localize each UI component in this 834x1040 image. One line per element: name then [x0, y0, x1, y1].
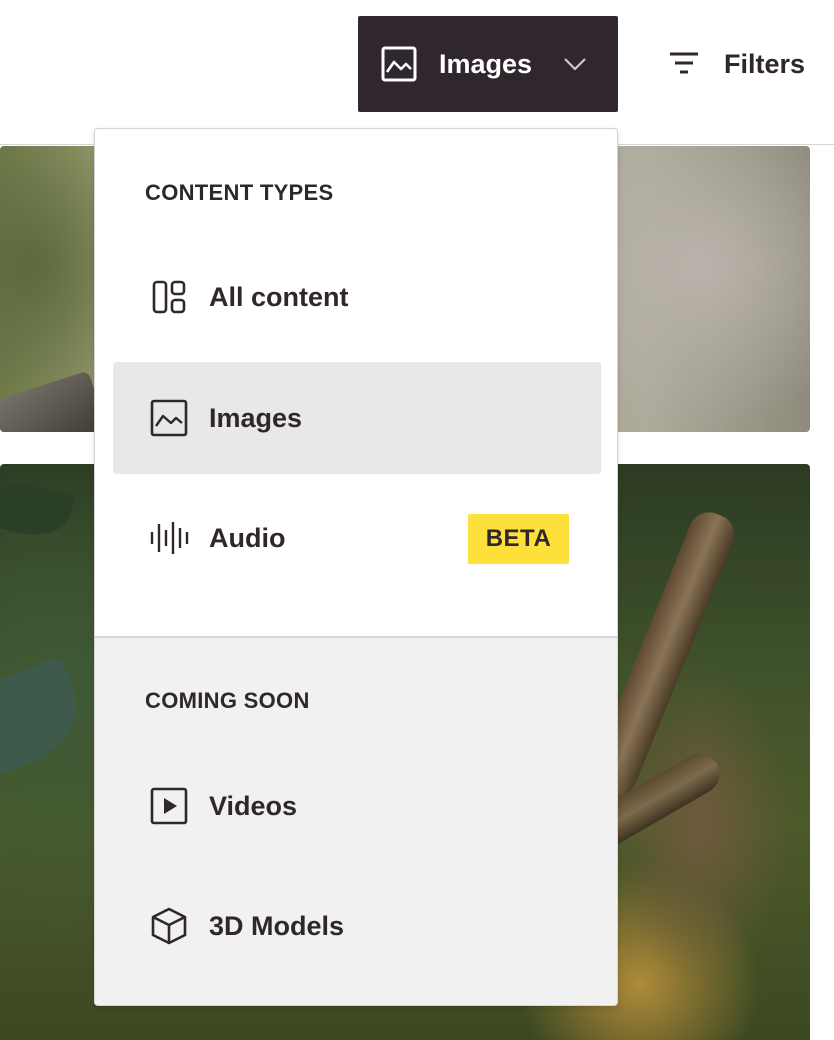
menu-item-label: Videos: [209, 791, 298, 821]
image-icon: [381, 46, 417, 82]
cube-icon: [151, 907, 187, 945]
chevron-down-icon: [564, 58, 586, 71]
content-types-heading: CONTENT TYPES: [145, 180, 334, 205]
coming-soon-section: COMING SOON Videos 3D Models: [95, 636, 617, 1005]
filters-label: Filters: [724, 49, 806, 79]
video-play-icon: [150, 787, 188, 825]
menu-item-label: Images: [209, 403, 303, 433]
menu-item-images[interactable]: Images: [113, 362, 601, 474]
branch-detail: [0, 370, 107, 432]
menu-item-label: All content: [209, 282, 349, 312]
all-content-grid-icon: [152, 280, 186, 314]
content-type-dropdown: CONTENT TYPES All content Images Audio B…: [94, 128, 618, 1006]
leaf-detail: [0, 473, 75, 545]
menu-item-3d-models: 3D Models: [113, 870, 601, 982]
content-type-label: Images: [439, 49, 533, 79]
menu-item-label: Audio: [209, 523, 286, 553]
content-type-button[interactable]: Images: [358, 16, 618, 112]
audio-waveform-icon: [150, 522, 189, 554]
menu-item-all-content[interactable]: All content: [113, 241, 601, 353]
leaf-detail: [0, 656, 92, 782]
coming-soon-heading: COMING SOON: [145, 688, 310, 713]
menu-item-audio[interactable]: Audio BETA: [113, 482, 601, 594]
image-icon: [150, 399, 188, 437]
filters-button[interactable]: Filters: [664, 40, 824, 88]
menu-item-label: 3D Models: [209, 911, 345, 941]
beta-badge: BETA: [468, 514, 569, 564]
menu-item-videos: Videos: [113, 750, 601, 862]
filter-lines-icon: [670, 52, 698, 74]
search-header: Images Filters: [0, 0, 834, 145]
